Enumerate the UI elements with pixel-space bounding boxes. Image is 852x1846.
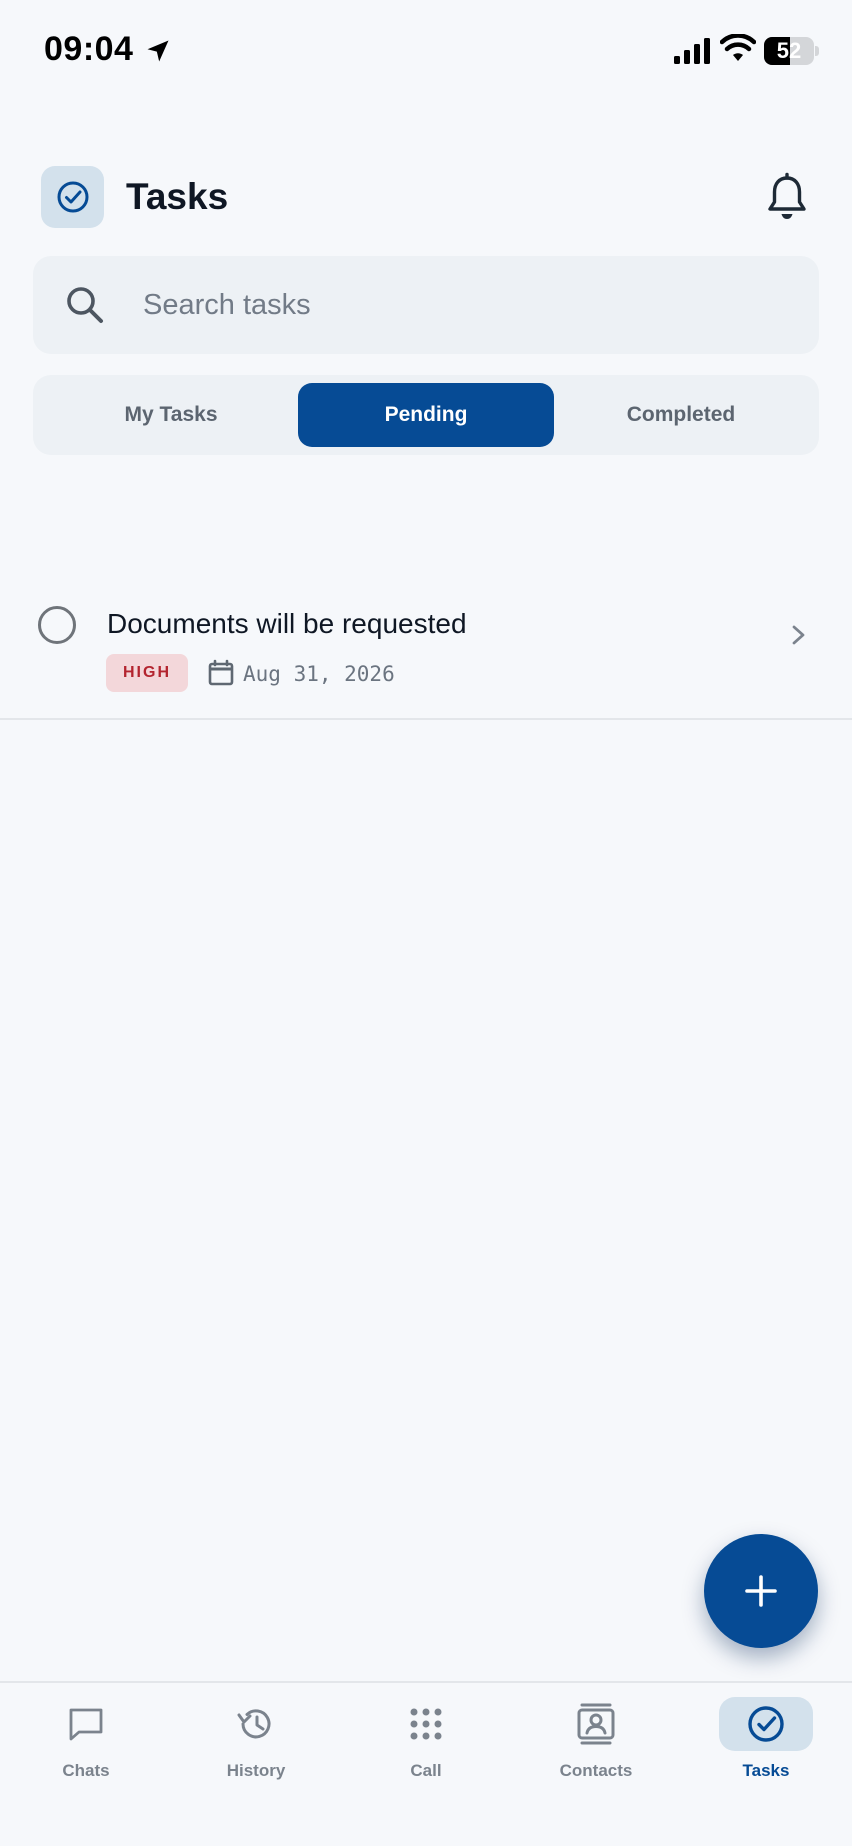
calendar-icon	[208, 659, 234, 686]
page-title: Tasks	[126, 176, 229, 217]
chat-bubble-icon	[69, 1708, 103, 1741]
task-complete-checkbox[interactable]	[38, 606, 76, 644]
location-arrow-icon	[147, 40, 169, 62]
battery-level: 52	[776, 38, 802, 63]
wifi-icon	[720, 34, 756, 61]
search-bar[interactable]	[33, 256, 819, 354]
dialpad-icon	[410, 1708, 442, 1740]
search-input[interactable]	[143, 256, 783, 354]
task-list-item[interactable]: Documents will be requested HIGH Aug 31,…	[0, 590, 852, 720]
nav-item-tasks[interactable]: Tasks	[701, 1697, 831, 1797]
nav-icon-container	[549, 1697, 643, 1751]
chevron-right-icon	[792, 625, 805, 645]
nav-icon-container	[39, 1697, 133, 1751]
check-circle-icon	[57, 181, 88, 213]
header: Tasks	[41, 166, 811, 228]
nav-item-history[interactable]: History	[191, 1697, 321, 1797]
nav-label: Call	[410, 1761, 442, 1780]
search-icon	[67, 287, 103, 323]
bell-icon[interactable]	[763, 172, 811, 222]
cellular-signal-icon	[674, 38, 710, 64]
task-filter-tabs: My Tasks Pending Completed	[33, 375, 819, 455]
plus-icon	[745, 1575, 777, 1607]
task-title: Documents will be requested	[107, 608, 467, 639]
status-time: 09:04	[44, 30, 134, 68]
nav-icon-container	[209, 1697, 303, 1751]
priority-badge: HIGH	[106, 654, 188, 692]
nav-icon-container	[719, 1697, 813, 1751]
nav-item-call[interactable]: Call	[361, 1697, 491, 1797]
contacts-icon	[577, 1703, 615, 1745]
nav-label: Tasks	[742, 1761, 790, 1780]
nav-label: Chats	[62, 1761, 110, 1780]
history-icon	[237, 1709, 271, 1739]
battery-indicator: 52	[764, 37, 814, 65]
nav-item-chats[interactable]: Chats	[21, 1697, 151, 1797]
nav-icon-container	[379, 1697, 473, 1751]
check-circle-icon	[748, 1706, 784, 1742]
battery-cap	[815, 46, 819, 56]
status-bar: 09:04 52	[0, 0, 852, 100]
nav-label: Contacts	[559, 1761, 633, 1780]
tab-pending[interactable]: Pending	[298, 383, 554, 447]
nav-label: History	[226, 1761, 286, 1780]
task-due-date: Aug 31, 2026	[243, 662, 395, 686]
tab-my-tasks[interactable]: My Tasks	[43, 383, 299, 447]
nav-item-contacts[interactable]: Contacts	[531, 1697, 661, 1797]
app-logo	[41, 166, 104, 228]
tab-completed[interactable]: Completed	[553, 383, 809, 447]
add-task-button[interactable]	[704, 1534, 818, 1648]
